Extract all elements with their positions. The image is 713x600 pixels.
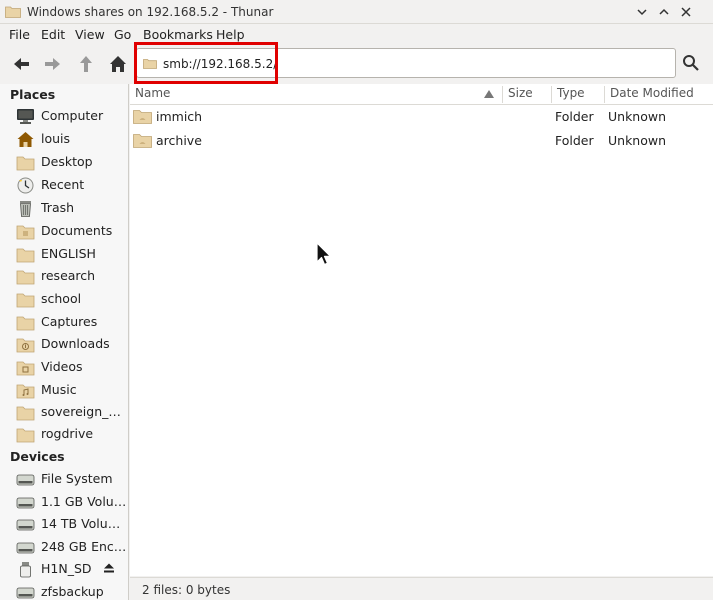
sidebar-item-captures[interactable]: Captures: [0, 311, 128, 333]
folder-download-icon: [16, 338, 35, 353]
sidebar-item-desktop[interactable]: Desktop: [0, 151, 128, 173]
column-date-modified[interactable]: Date Modified: [610, 86, 694, 100]
sidebar-item-louis[interactable]: louis: [0, 128, 128, 150]
folder-icon: [5, 6, 21, 18]
location-input[interactable]: [163, 55, 663, 73]
sidebar-item-encrypted-volume[interactable]: 248 GB Encry...: [0, 536, 128, 558]
sidebar-item-computer[interactable]: Computer: [0, 105, 128, 127]
recent-icon: [17, 177, 34, 194]
sidebar-item-recent[interactable]: Recent: [0, 174, 128, 196]
menu-file[interactable]: File: [9, 25, 30, 42]
file-list[interactable]: Name Size Type Date Modified immich Fold…: [130, 84, 713, 576]
folder-icon: [16, 225, 35, 240]
drive-icon: [16, 519, 35, 531]
sidebar-item-videos[interactable]: Videos: [0, 356, 128, 378]
folder-icon: [16, 270, 35, 285]
menu-edit[interactable]: Edit: [41, 25, 65, 42]
sidebar-item-sovereign[interactable]: sovereign_clo...: [0, 401, 128, 423]
status-text: 2 files: 0 bytes: [142, 583, 231, 597]
sidebar-item-zfsbackup[interactable]: zfsbackup: [0, 581, 128, 600]
drive-icon: [16, 542, 35, 554]
minimize-button[interactable]: [634, 4, 650, 20]
folder-icon: [16, 316, 35, 331]
sidebar-item-volume-2[interactable]: 14 TB Volume: [0, 513, 128, 535]
home-icon: [17, 132, 34, 147]
column-divider: [604, 86, 605, 103]
sidebar-item-h1n-sd[interactable]: H1N_SD: [0, 558, 128, 580]
places-heading: Places: [10, 87, 56, 102]
drive-icon: [16, 587, 35, 599]
sidebar-item-volume-1[interactable]: 1.1 GB Volume: [0, 491, 128, 513]
title-bar: Windows shares on 192.168.5.2 - Thunar: [0, 0, 713, 24]
folder-icon: [16, 248, 35, 263]
table-row[interactable]: immich Folder Unknown: [130, 104, 713, 128]
folder-remote-icon: [133, 110, 152, 124]
menu-view[interactable]: View: [75, 25, 105, 42]
sidebar-item-music[interactable]: Music: [0, 379, 128, 401]
folder-icon: [16, 293, 35, 308]
menu-help[interactable]: Help: [216, 25, 245, 42]
folder-icon: [16, 406, 35, 421]
usb-drive-icon: [20, 562, 31, 578]
close-button[interactable]: [678, 4, 694, 20]
status-bar: 2 files: 0 bytes: [130, 577, 713, 600]
location-bar[interactable]: [136, 48, 676, 78]
column-header: Name Size Type Date Modified: [130, 84, 713, 105]
drive-icon: [16, 474, 35, 486]
search-icon[interactable]: [682, 54, 700, 72]
sidebar-item-rogdrive[interactable]: rogdrive: [0, 423, 128, 445]
devices-heading: Devices: [10, 449, 65, 464]
sidebar: Places Computer louis Desktop Recent Tra…: [0, 84, 129, 600]
menu-bookmarks[interactable]: Bookmarks: [143, 25, 213, 42]
back-icon[interactable]: [11, 54, 31, 74]
mouse-pointer-icon: [316, 242, 330, 266]
sidebar-item-downloads[interactable]: Downloads: [0, 333, 128, 355]
folder-icon: [16, 156, 35, 171]
folder-video-icon: [16, 361, 35, 376]
window-title: Windows shares on 192.168.5.2 - Thunar: [27, 5, 274, 19]
folder-remote-icon: [133, 134, 152, 148]
eject-icon[interactable]: [103, 562, 115, 574]
table-row[interactable]: archive Folder Unknown: [130, 128, 713, 152]
drive-icon: [16, 497, 35, 509]
sidebar-item-school[interactable]: school: [0, 288, 128, 310]
menu-bar: File Edit View Go Bookmarks Help: [0, 25, 713, 44]
computer-icon: [17, 109, 34, 124]
up-icon[interactable]: [76, 54, 96, 74]
sidebar-item-trash[interactable]: Trash: [0, 197, 128, 219]
close-icon: [681, 7, 691, 17]
column-name[interactable]: Name: [135, 86, 170, 100]
folder-icon: [143, 59, 157, 69]
maximize-button[interactable]: [656, 4, 672, 20]
column-type[interactable]: Type: [557, 86, 585, 100]
sort-ascending-icon: [484, 90, 494, 98]
column-size[interactable]: Size: [508, 86, 533, 100]
column-divider: [551, 86, 552, 103]
folder-music-icon: [16, 384, 35, 399]
menu-go[interactable]: Go: [114, 25, 131, 42]
chevron-up-icon: [659, 8, 669, 15]
forward-icon[interactable]: [43, 54, 63, 74]
sidebar-item-documents[interactable]: Documents: [0, 220, 128, 242]
sidebar-item-research[interactable]: research: [0, 265, 128, 287]
sidebar-item-file-system[interactable]: File System: [0, 468, 128, 490]
chevron-down-icon: [637, 9, 647, 16]
folder-icon: [16, 428, 35, 443]
trash-icon: [20, 201, 31, 217]
sidebar-item-english[interactable]: ENGLISH: [0, 243, 128, 265]
home-icon[interactable]: [108, 54, 128, 74]
column-divider: [502, 86, 503, 103]
